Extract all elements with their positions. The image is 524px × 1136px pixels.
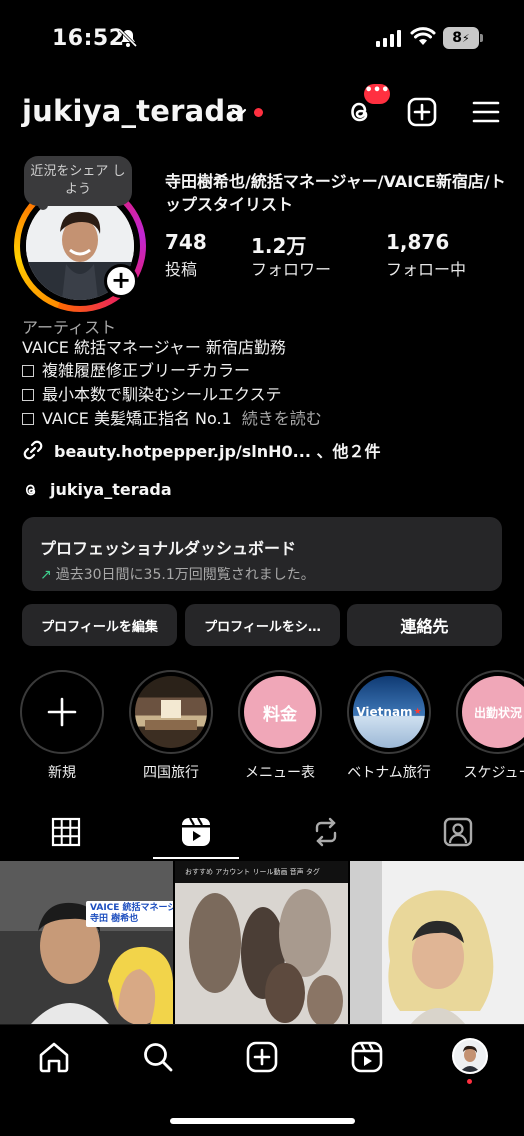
bio-item-text: 複雑履歴修正ブリーチカラー xyxy=(42,361,251,380)
bubble-tail xyxy=(38,200,48,210)
dashboard-title: プロフェッショナルダッシュボード xyxy=(40,539,297,558)
room-photo xyxy=(145,700,197,730)
highlight-label: メニュー表 xyxy=(245,765,315,781)
chevron-down-icon[interactable] xyxy=(231,108,247,118)
bio-item: 複雑履歴修正ブリーチカラー xyxy=(22,360,250,382)
reel-image xyxy=(0,861,173,1025)
bio-link[interactable]: beauty.hotpepper.jp/slnH0... 、他２件 xyxy=(22,438,380,462)
link-icon xyxy=(23,440,43,460)
active-tab-indicator xyxy=(153,857,239,859)
bio-item-text: VAICE 美髪矯正指名 No.1 xyxy=(42,409,232,428)
followers-count[interactable]: 1.2万 xyxy=(251,230,306,259)
cellular-signal-icon xyxy=(376,29,401,47)
checkbox-icon xyxy=(22,413,34,425)
edit-profile-button[interactable]: プロフィールを編集 xyxy=(22,604,177,646)
search-icon[interactable] xyxy=(141,1040,175,1074)
profile-notification-dot xyxy=(467,1079,472,1084)
reel-image xyxy=(175,883,348,1025)
tagged-tab-icon[interactable] xyxy=(441,815,475,849)
posts-count[interactable]: 748 xyxy=(165,230,207,254)
share-profile-button[interactable]: プロフィールをシ… xyxy=(185,604,340,646)
avatar-mini xyxy=(460,1045,480,1072)
highlight-label: 四国旅行 xyxy=(143,765,199,781)
following-label[interactable]: フォロー中 xyxy=(386,256,466,280)
highlight-shikoku[interactable] xyxy=(129,670,213,754)
wifi-icon xyxy=(410,27,436,45)
reposts-tab-icon[interactable] xyxy=(309,815,343,849)
grid-tab-icon[interactable] xyxy=(49,815,83,849)
checkbox-icon xyxy=(22,365,34,377)
highlight-menu[interactable]: 料金 xyxy=(238,670,322,754)
trend-up-icon: ↗ xyxy=(40,567,52,583)
create-post-icon[interactable] xyxy=(406,96,438,128)
reel-image xyxy=(350,861,524,1025)
highlight-cover xyxy=(135,676,207,748)
add-story-button[interactable]: + xyxy=(104,264,138,298)
battery-nub xyxy=(480,34,483,42)
home-indicator xyxy=(170,1118,355,1124)
threads-notification-badge: ••• xyxy=(364,84,390,104)
highlight-cover: 出勤状況 xyxy=(462,676,524,748)
menu-icon[interactable] xyxy=(470,96,502,128)
bio-link-text[interactable]: beauty.hotpepper.jp/slnH0... 、他２件 xyxy=(54,438,380,462)
followers-label[interactable]: フォロワー xyxy=(251,256,331,280)
highlight-cover: 料金 xyxy=(244,676,316,748)
read-more-link[interactable]: 続きを読む xyxy=(242,409,322,428)
highlight-cover: Vietnam ★ xyxy=(353,676,425,748)
posts-label[interactable]: 投稿 xyxy=(165,256,197,280)
profile-nav-avatar[interactable] xyxy=(452,1038,488,1074)
battery-indicator: 8 ⚡ xyxy=(443,27,479,49)
reel-thumbnail[interactable] xyxy=(350,861,524,1025)
profile-full-name: 寺田樹希也/統括マネージャー/VAICE新宿店/トップスタイリスト xyxy=(165,172,506,214)
bio-line: VAICE 統括マネージャー 新宿店勤務 xyxy=(22,338,286,357)
home-icon[interactable] xyxy=(37,1040,71,1074)
battery-level: 8 xyxy=(452,30,462,46)
following-count[interactable]: 1,876 xyxy=(386,230,449,254)
highlight-new[interactable] xyxy=(20,670,104,754)
profile-username[interactable]: jukiya_terada xyxy=(22,94,245,128)
highlight-label: ベトナム旅行 xyxy=(347,765,431,781)
reel-caption: VAICE 統括マネージャー 寺田 樹希也 xyxy=(86,901,173,927)
highlight-label: スケジュー xyxy=(463,765,524,781)
threads-icon xyxy=(25,484,36,495)
contact-button[interactable]: 連絡先 xyxy=(347,604,502,646)
profile-category: アーティスト xyxy=(22,318,117,337)
silent-bell-icon xyxy=(118,28,138,48)
highlight-label: 新規 xyxy=(48,765,76,781)
status-time: 16:52 xyxy=(52,26,125,51)
create-icon[interactable] xyxy=(245,1040,279,1074)
highlight-vietnam[interactable]: Vietnam ★ xyxy=(347,670,431,754)
bio-item-text: 最小本数で馴染むシールエクステ xyxy=(42,385,282,404)
professional-dashboard-card[interactable]: プロフェッショナルダッシュボード ↗ 過去30日間に35.1万回閲覧されました。 xyxy=(22,517,502,591)
bio-item: VAICE 美髪矯正指名 No.1 続きを読む xyxy=(22,408,322,430)
reel-thumbnail[interactable]: おすすめ アカウント リール動画 音声 タグ xyxy=(175,861,348,1025)
reels-icon[interactable] xyxy=(350,1040,384,1074)
bio-item: 最小本数で馴染むシールエクステ xyxy=(22,384,282,406)
checkbox-icon xyxy=(22,389,34,401)
highlight-schedule[interactable]: 出勤状況 xyxy=(456,670,524,754)
threads-profile-link[interactable]: jukiya_terada xyxy=(22,480,172,499)
threads-handle[interactable]: jukiya_terada xyxy=(50,480,172,499)
account-notification-dot xyxy=(254,108,263,117)
flag-icon: ★ xyxy=(413,707,422,717)
dashboard-subtitle: ↗ 過去30日間に35.1万回閲覧されました。 xyxy=(40,564,484,584)
dashboard-views-text: 過去30日間に35.1万回閲覧されました。 xyxy=(55,567,315,583)
reel-inner-tabs: おすすめ アカウント リール動画 音声 タグ xyxy=(175,861,348,883)
reel-thumbnail[interactable]: VAICE 統括マネージャー 寺田 樹希也 xyxy=(0,861,173,1025)
plus-icon xyxy=(47,697,77,727)
highlight-cover-text: Vietnam xyxy=(356,705,413,719)
share-note-bubble[interactable]: 近況をシェア しよう xyxy=(24,156,132,206)
reels-tab-icon[interactable] xyxy=(179,815,213,849)
